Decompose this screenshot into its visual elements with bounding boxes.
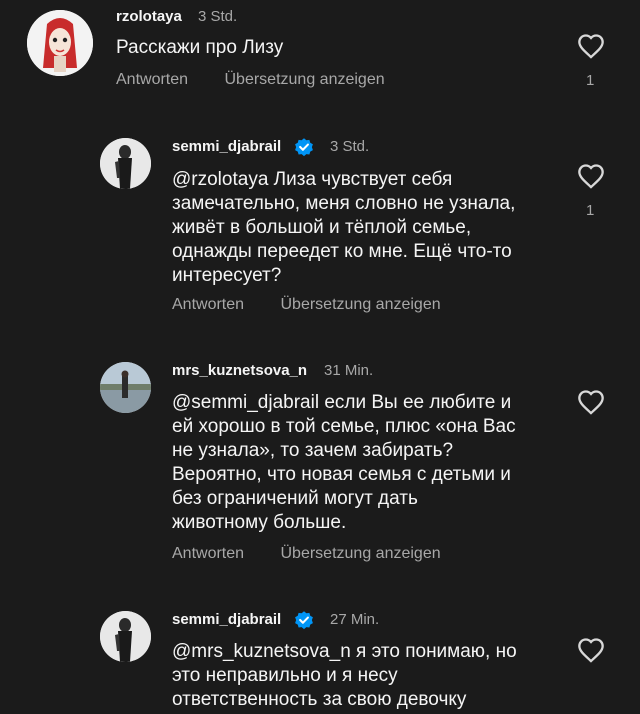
heart-outline-icon[interactable] [577, 33, 605, 59]
comment-text: @semmi_djabrail если Вы ее любите и ей х… [172, 391, 516, 535]
comment-text-container: @mrs_kuznetsova_n я это понимаю, но это … [172, 640, 592, 714]
avatar-image [100, 611, 151, 662]
verified-badge-icon [295, 138, 313, 157]
text-line: живёт в большой и тёплой семье, [172, 217, 472, 238]
verified-badge-icon [295, 611, 313, 630]
username[interactable]: rzolotaya [116, 8, 182, 25]
avatar[interactable] [100, 138, 151, 189]
timestamp: 3 Std. [330, 138, 370, 155]
reply-button[interactable]: Antworten [172, 296, 244, 314]
timestamp: 31 Min. [324, 362, 374, 379]
username[interactable]: mrs_kuznetsova_n [172, 362, 307, 379]
comment-actions: Antworten Übersetzung anzeigen [116, 71, 385, 89]
text-line: @mrs_kuznetsova_n я это понимаю, но [172, 641, 517, 662]
like-count: 1 [586, 72, 595, 89]
text-line: Вероятно, что новая семья с детьми и [172, 464, 511, 485]
text-line: интересует? [172, 265, 282, 286]
text-line: однажды переедет ко мне. Ещё что-то [172, 241, 512, 262]
avatar[interactable] [100, 611, 151, 662]
comment-actions: Antworten Übersetzung anzeigen [172, 545, 441, 563]
text-line: не узнала», то зачем забирать? [172, 440, 454, 461]
text-line: @semmi_djabrail если Вы ее любите и [172, 392, 512, 413]
like-count: 1 [586, 202, 595, 219]
timestamp: 27 Min. [330, 611, 380, 628]
comment-text: Расскажи про Лизу [116, 37, 284, 58]
comment-text: @rzolotaya Лиза чувствует себя замечател… [172, 168, 515, 288]
avatar[interactable] [100, 362, 151, 413]
text-line: это неправильно и я несу [172, 665, 398, 686]
heart-outline-icon[interactable] [577, 637, 605, 663]
text-line: животному больше. [172, 512, 347, 533]
translate-button[interactable]: Übersetzung anzeigen [281, 545, 441, 563]
reply-button[interactable]: Antworten [116, 71, 188, 89]
text-line: ответственность за свою девочку [172, 689, 467, 710]
heart-outline-icon[interactable] [577, 163, 605, 189]
text-line: без ограничений могут дать [172, 488, 418, 509]
translate-button[interactable]: Übersetzung anzeigen [281, 296, 441, 314]
translate-button[interactable]: Übersetzung anzeigen [225, 71, 385, 89]
text-line: ей хорошо в той семье, плюс «она Вас [172, 416, 516, 437]
comment-text: @mrs_kuznetsova_n я это понимаю, но это … [172, 640, 517, 712]
comment-actions: Antworten Übersetzung anzeigen [172, 296, 441, 314]
heart-outline-icon[interactable] [577, 389, 605, 415]
username[interactable]: semmi_djabrail [172, 138, 281, 155]
reply-button[interactable]: Antworten [172, 545, 244, 563]
text-line: @rzolotaya Лиза чувствует себя [172, 169, 453, 190]
avatar-image [27, 10, 93, 76]
avatar-image [100, 138, 151, 189]
text-line: замечательно, меня словно не узнала, [172, 193, 516, 214]
username[interactable]: semmi_djabrail [172, 611, 281, 628]
timestamp: 3 Std. [198, 8, 238, 25]
avatar[interactable] [27, 10, 93, 76]
avatar-image [100, 362, 151, 413]
